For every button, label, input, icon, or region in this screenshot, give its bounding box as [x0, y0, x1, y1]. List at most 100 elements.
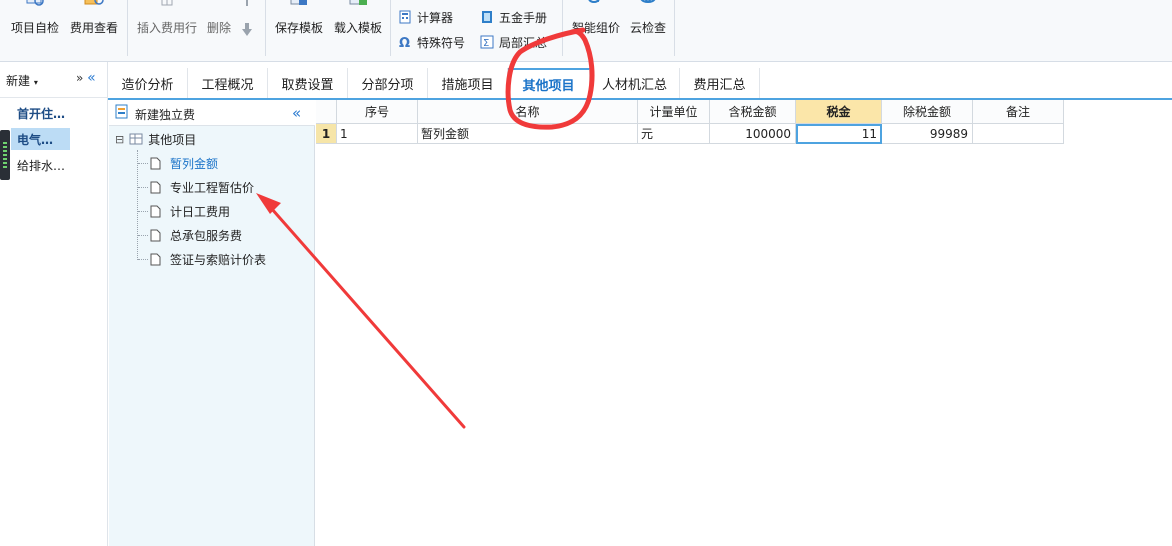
- tree-item-provisional-sum[interactable]: 暂列金额: [150, 153, 218, 173]
- cell-amount-excl-tax[interactable]: 99989: [882, 124, 973, 144]
- tree-connector: [138, 211, 148, 212]
- collapse-icon[interactable]: «: [87, 70, 96, 86]
- tree-header: 新建独立费 «: [109, 100, 315, 126]
- panel-resize-handle[interactable]: [0, 130, 10, 180]
- ribbon-separator: [562, 0, 563, 56]
- column-header-amount-incl-tax[interactable]: 含税金额: [710, 100, 796, 124]
- collapse-tree-icon[interactable]: «: [292, 104, 301, 122]
- document-icon: [150, 205, 161, 217]
- tree-connector: [138, 163, 148, 164]
- column-header-amount-excl-tax[interactable]: 除税金额: [882, 100, 973, 124]
- cell-seq[interactable]: 1: [337, 124, 418, 144]
- column-header-name[interactable]: 名称: [418, 100, 638, 124]
- tree-connector: [138, 259, 148, 260]
- tab-labor-material-summary[interactable]: 人材机汇总: [590, 68, 680, 98]
- calculator-button[interactable]: 计算器: [398, 8, 453, 26]
- project-self-check-label: 项目自检: [10, 21, 59, 35]
- cell-amount-incl-tax[interactable]: 100000: [710, 124, 796, 144]
- smart-pricing-button[interactable]: ¥ 智能组价: [568, 0, 624, 56]
- smart-pricing-label: 智能组价: [571, 21, 620, 35]
- column-header-unit[interactable]: 计量单位: [638, 100, 710, 124]
- project-nav-panel: 新建 ▾ » « 首开住… 电气… 给排水…: [0, 62, 108, 546]
- cell-remarks[interactable]: [973, 124, 1064, 144]
- cell-tax[interactable]: 11: [796, 124, 882, 144]
- expand-icon[interactable]: »: [76, 71, 83, 85]
- tree-connector: [138, 187, 148, 188]
- tree-item-label: 计日工费用: [170, 204, 231, 219]
- move-up-down-icon[interactable]: [240, 0, 254, 40]
- table-corner: [316, 100, 337, 124]
- fee-view-label: 费用查看: [69, 21, 118, 35]
- new-label: 新建: [6, 74, 31, 88]
- column-header-tax[interactable]: 税金: [796, 100, 882, 124]
- tab-measures[interactable]: 措施项目: [428, 68, 508, 98]
- cloud-check-label: 云检查: [629, 21, 666, 35]
- folder-grid-icon: [129, 133, 143, 145]
- tab-fee-settings[interactable]: 取费设置: [268, 68, 348, 98]
- row-number[interactable]: 1: [316, 124, 337, 144]
- ribbon-separator: [127, 0, 128, 56]
- partial-summary-label: 局部汇总: [499, 35, 548, 50]
- save-template-button[interactable]: 保存模板: [271, 0, 327, 56]
- project-nav-header: 新建 ▾ » «: [0, 62, 108, 98]
- cloud-check-icon: [640, 0, 656, 4]
- hardware-manual-button[interactable]: 五金手册: [480, 8, 547, 26]
- cloud-check-button[interactable]: 云检查: [626, 0, 670, 56]
- tab-project-overview[interactable]: 工程概况: [188, 68, 268, 98]
- tab-other-items[interactable]: 其他项目: [508, 68, 590, 98]
- load-template-icon: [349, 0, 367, 5]
- new-fee-icon: [115, 104, 128, 119]
- new-dropdown[interactable]: 新建 ▾: [6, 72, 38, 89]
- load-template-button[interactable]: 载入模板: [330, 0, 386, 56]
- chevron-down-icon: ▾: [33, 78, 38, 87]
- delete-button[interactable]: 删除: [203, 0, 235, 56]
- tab-fee-summary[interactable]: 费用汇总: [680, 68, 760, 98]
- document-icon: [150, 181, 161, 193]
- ribbon-separator: [265, 0, 266, 56]
- tree-connector: [137, 150, 138, 260]
- save-template-label: 保存模板: [274, 21, 323, 35]
- partial-summary-button[interactable]: Σ 局部汇总: [480, 33, 547, 51]
- cell-name[interactable]: 暂列金额: [418, 124, 638, 144]
- tree-item-label: 总承包服务费: [170, 228, 243, 243]
- column-header-seq[interactable]: 序号: [337, 100, 418, 124]
- tree-item-visa-claims[interactable]: 签证与索赔计价表: [150, 249, 266, 269]
- tree-item-daywork[interactable]: 计日工费用: [150, 201, 230, 221]
- insert-row-icon: [161, 0, 173, 6]
- document-icon: [150, 253, 161, 265]
- svg-text:¥: ¥: [596, 0, 601, 4]
- module-tabs: 造价分析 工程概况 取费设置 分部分项 措施项目 其他项目 人材机汇总 费用汇总: [108, 62, 1172, 100]
- project-self-check-button[interactable]: 项目自检: [6, 0, 64, 56]
- tree-item-general-contract-fee[interactable]: 总承包服务费: [150, 225, 242, 245]
- tree-item-label: 专业工程暂估价: [170, 180, 255, 195]
- insert-fee-row-button[interactable]: 插入费用行: [133, 0, 201, 56]
- self-check-icon: [26, 0, 44, 6]
- save-template-icon: [290, 0, 307, 5]
- tab-cost-analysis[interactable]: 造价分析: [108, 68, 188, 98]
- nav-expand-collapse[interactable]: » «: [76, 70, 96, 86]
- svg-text:Σ: Σ: [483, 38, 489, 49]
- tree-item-professional-estimate[interactable]: 专业工程暂估价: [150, 177, 254, 197]
- new-independent-fee-button[interactable]: 新建独立费: [135, 106, 195, 123]
- tree-collapse-toggle-icon[interactable]: ⊟: [115, 133, 124, 146]
- tree-root-label: 其他项目: [148, 132, 197, 147]
- manual-book-icon: [482, 11, 492, 23]
- column-header-remarks[interactable]: 备注: [973, 100, 1064, 124]
- svg-text:Ω: Ω: [399, 36, 410, 49]
- delete-label: 删除: [206, 21, 231, 35]
- calculator-label: 计算器: [417, 10, 454, 25]
- tree-item-label: 暂列金额: [170, 156, 219, 171]
- nav-item-project[interactable]: 首开住…: [11, 102, 71, 124]
- nav-item-electrical[interactable]: 电气…: [11, 128, 70, 150]
- document-icon: [150, 157, 161, 169]
- document-icon: [150, 229, 161, 241]
- hardware-manual-label: 五金手册: [499, 10, 548, 25]
- special-symbol-button[interactable]: Ω 特殊符号: [398, 33, 465, 51]
- ribbon-separator: [674, 0, 675, 56]
- fee-view-button[interactable]: 费用查看: [66, 0, 122, 56]
- tab-sub-items[interactable]: 分部分项: [348, 68, 428, 98]
- nav-item-plumbing[interactable]: 给排水…: [11, 154, 71, 176]
- cell-unit[interactable]: 元: [638, 124, 710, 144]
- sigma-icon: Σ: [480, 35, 494, 49]
- tree-root-other-items[interactable]: ⊟ 其他项目: [115, 129, 196, 149]
